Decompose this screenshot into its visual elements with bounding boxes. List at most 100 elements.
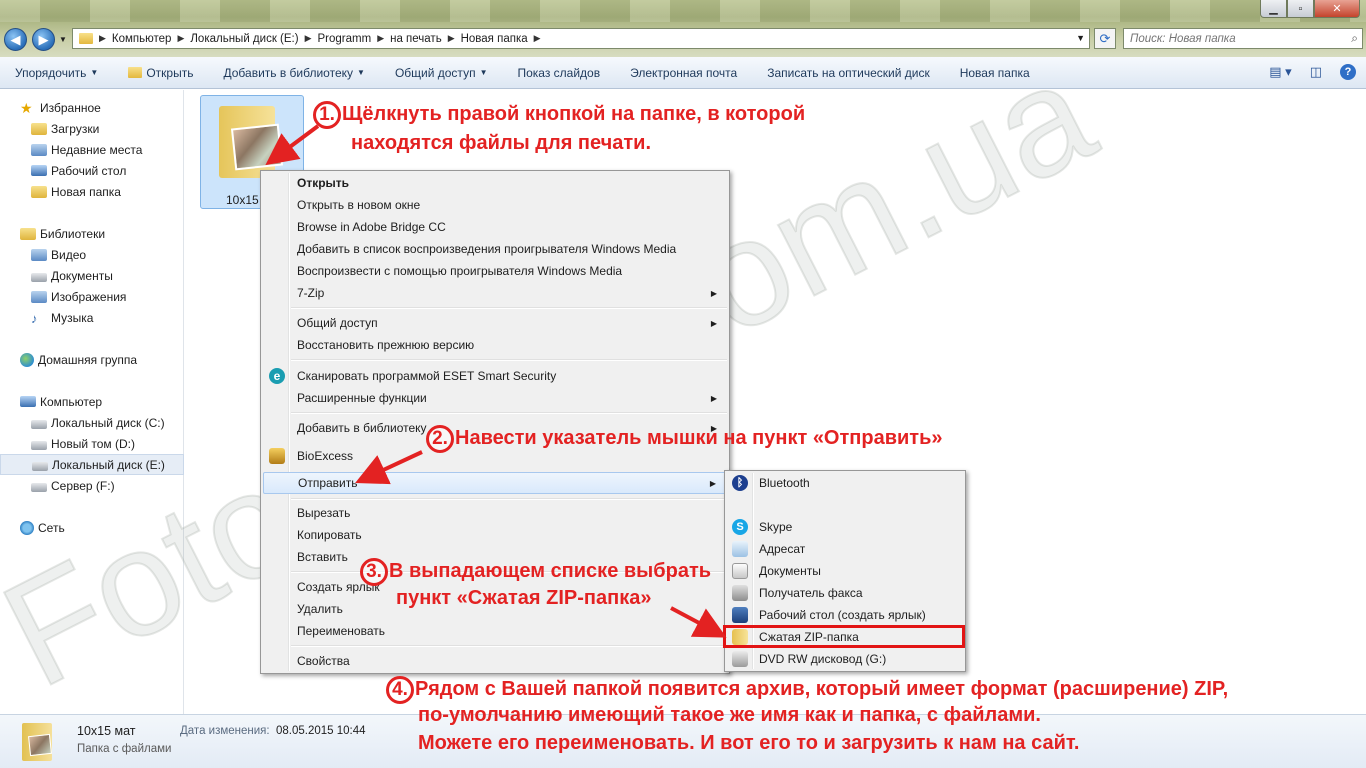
add-to-library-button[interactable]: Добавить в библиотеку ▼ <box>208 66 379 80</box>
chevron-down-icon[interactable]: ▼ <box>1076 33 1085 43</box>
search-box[interactable]: ⌕ <box>1123 28 1363 49</box>
search-input[interactable] <box>1124 29 1334 48</box>
sidebar-item-drive-f[interactable]: Сервер (F:) <box>0 475 184 496</box>
menu-item-adobe-bridge[interactable]: Browse in Adobe Bridge CC <box>263 216 727 238</box>
zip-folder-highlight <box>723 625 965 648</box>
search-icon[interactable]: ⌕ <box>1351 31 1358 46</box>
annotation-1-line-2: находятся файлы для печати. <box>351 132 651 154</box>
annotation-step-2: 2. Навести указатель мышки на пункт «Отпр… <box>426 425 943 453</box>
menu-item-open[interactable]: Открыть <box>263 172 727 194</box>
step-number-4: 4. <box>386 676 414 704</box>
share-button[interactable]: Общий доступ ▼ <box>380 66 503 80</box>
view-options-icon[interactable]: ▤ ▾ <box>1269 64 1291 80</box>
sidebar-item-music[interactable]: ♪ Музыка <box>0 307 184 328</box>
breadcrumb-new-folder[interactable]: Новая папка ▶ <box>461 33 541 45</box>
sidebar-item-drive-d[interactable]: Новый том (D:) <box>0 433 184 454</box>
documents-icon <box>732 563 748 579</box>
menu-item-properties[interactable]: Свойства <box>263 650 727 672</box>
sendto-item-dvd-drive[interactable]: DVD RW дисковод (G:) <box>727 648 963 670</box>
date-modified-value: 08.05.2015 10:44 <box>276 725 366 737</box>
slideshow-button[interactable]: Показ слайдов <box>502 66 615 80</box>
sidebar-item-documents[interactable]: Документы <box>0 265 184 286</box>
eset-icon: e <box>269 368 285 384</box>
submenu-arrow-icon: ▶ <box>710 318 717 328</box>
menu-item-add-playlist[interactable]: Добавить в список воспроизведения проигр… <box>263 238 727 260</box>
sendto-item-documents[interactable]: Документы <box>727 560 963 582</box>
command-bar: Упорядочить ▼ Открыть Добавить в библиоте… <box>0 57 1366 89</box>
desktop-icon <box>732 607 748 623</box>
sidebar-item-drive-c[interactable]: Локальный диск (C:) <box>0 412 184 433</box>
sidebar-item-recent[interactable]: Недавние места <box>0 139 184 160</box>
sidebar-item-new-folder[interactable]: Новая папка <box>0 181 184 202</box>
sidebar-item-drive-e[interactable]: Локальный диск (E:) <box>0 454 184 475</box>
breadcrumb-print[interactable]: на печать ▶ <box>390 33 455 45</box>
computer-icon <box>20 396 36 407</box>
menu-item-open-new-window[interactable]: Открыть в новом окне <box>263 194 727 216</box>
title-bar: ▁ ▫ ✕ ◀ ▶ ▼ ▶ Компьютер ▶ Локальный диск … <box>0 0 1366 57</box>
menu-item-cut[interactable]: Вырезать <box>263 502 727 524</box>
view-controls: ▤ ▾ ◫ ? <box>1269 64 1356 80</box>
maximize-button[interactable]: ▫ <box>1287 0 1314 18</box>
menu-item-copy[interactable]: Копировать <box>263 524 727 546</box>
sidebar-libraries[interactable]: Библиотеки <box>0 223 184 244</box>
history-dropdown-icon[interactable]: ▼ <box>59 35 67 44</box>
refresh-button[interactable]: ⟳ <box>1094 28 1116 49</box>
menu-item-eset-scan[interactable]: e Сканировать программой ESET Smart Secur… <box>263 365 727 387</box>
help-icon[interactable]: ? <box>1340 64 1356 80</box>
new-folder-button[interactable]: Новая папка <box>945 66 1045 80</box>
chevron-down-icon: ▼ <box>479 68 488 77</box>
folder-open-icon <box>128 67 143 78</box>
sendto-item-bluetooth[interactable]: ᛒ Bluetooth <box>727 472 963 494</box>
folder-icon <box>79 33 93 44</box>
sidebar-item-downloads[interactable]: Загрузки <box>0 118 184 139</box>
network-drive-icon <box>31 482 47 492</box>
menu-separator <box>291 359 727 361</box>
sidebar-item-pictures[interactable]: Изображения <box>0 286 184 307</box>
sidebar-homegroup[interactable]: Домашняя группа <box>0 349 184 370</box>
breadcrumb-programm[interactable]: Programm ▶ <box>318 33 385 45</box>
sidebar-item-video[interactable]: Видео <box>0 244 184 265</box>
sidebar-favorites[interactable]: ★ Избранное <box>0 97 184 118</box>
organize-button[interactable]: Упорядочить ▼ <box>0 66 113 80</box>
menu-item-advanced[interactable]: Расширенные функции ▶ <box>263 387 727 409</box>
drive-icon <box>31 419 47 429</box>
breadcrumb-computer[interactable]: Компьютер ▶ <box>112 33 184 45</box>
menu-item-share[interactable]: Общий доступ ▶ <box>263 312 727 334</box>
recent-places-icon <box>31 143 47 156</box>
homegroup-icon <box>20 352 34 367</box>
sendto-item-fax[interactable]: Получатель факса <box>727 582 963 604</box>
menu-item-7zip[interactable]: 7-Zip ▶ <box>263 282 727 304</box>
minimize-button[interactable]: ▁ <box>1260 0 1287 18</box>
burn-button[interactable]: Записать на оптический диск <box>752 66 945 80</box>
sidebar-computer[interactable]: Компьютер <box>0 391 184 412</box>
menu-item-rename[interactable]: Переименовать <box>263 620 727 642</box>
menu-item-send-to[interactable]: Отправить ▶ <box>263 472 727 494</box>
email-button[interactable]: Электронная почта <box>615 66 752 80</box>
sendto-item-skype[interactable]: S Skype <box>727 516 963 538</box>
open-button[interactable]: Открыть <box>113 66 208 80</box>
downloads-icon <box>31 122 47 135</box>
preview-pane-icon[interactable]: ◫ <box>1310 64 1322 80</box>
sidebar-network[interactable]: Сеть <box>0 517 184 538</box>
annotation-step-3: 3. В выпадающем списке выбрать <box>360 558 711 586</box>
dvd-drive-icon <box>732 651 748 667</box>
sidebar-item-desktop[interactable]: Рабочий стол <box>0 160 184 181</box>
breadcrumb-drive-e[interactable]: Локальный диск (E:) ▶ <box>190 33 311 45</box>
menu-separator <box>291 498 727 500</box>
address-bar[interactable]: ▶ Компьютер ▶ Локальный диск (E:) ▶ Progra… <box>72 28 1090 49</box>
star-icon: ★ <box>20 99 33 116</box>
menu-item-restore-version[interactable]: Восстановить прежнюю версию <box>263 334 727 356</box>
close-button[interactable]: ✕ <box>1314 0 1360 18</box>
forward-button[interactable]: ▶ <box>32 28 55 51</box>
back-button[interactable]: ◀ <box>4 28 27 51</box>
sendto-item-mail-recipient[interactable]: Адресат <box>727 538 963 560</box>
video-icon <box>31 248 47 261</box>
submenu-arrow-icon: ▶ <box>709 478 716 488</box>
annotation-2-text: Навести указатель мышки на пункт «Отправ… <box>455 427 943 449</box>
bioexcess-icon <box>269 448 285 464</box>
menu-item-play-wmp[interactable]: Воспроизвести с помощью проигрывателя Wi… <box>263 260 727 282</box>
step-number-2: 2. <box>426 425 454 453</box>
sendto-item-desktop-shortcut[interactable]: Рабочий стол (создать ярлык) <box>727 604 963 626</box>
annotation-4-line-2: по-умолчанию имеющий такое же имя как и … <box>418 704 1041 726</box>
music-icon: ♪ <box>31 310 38 326</box>
